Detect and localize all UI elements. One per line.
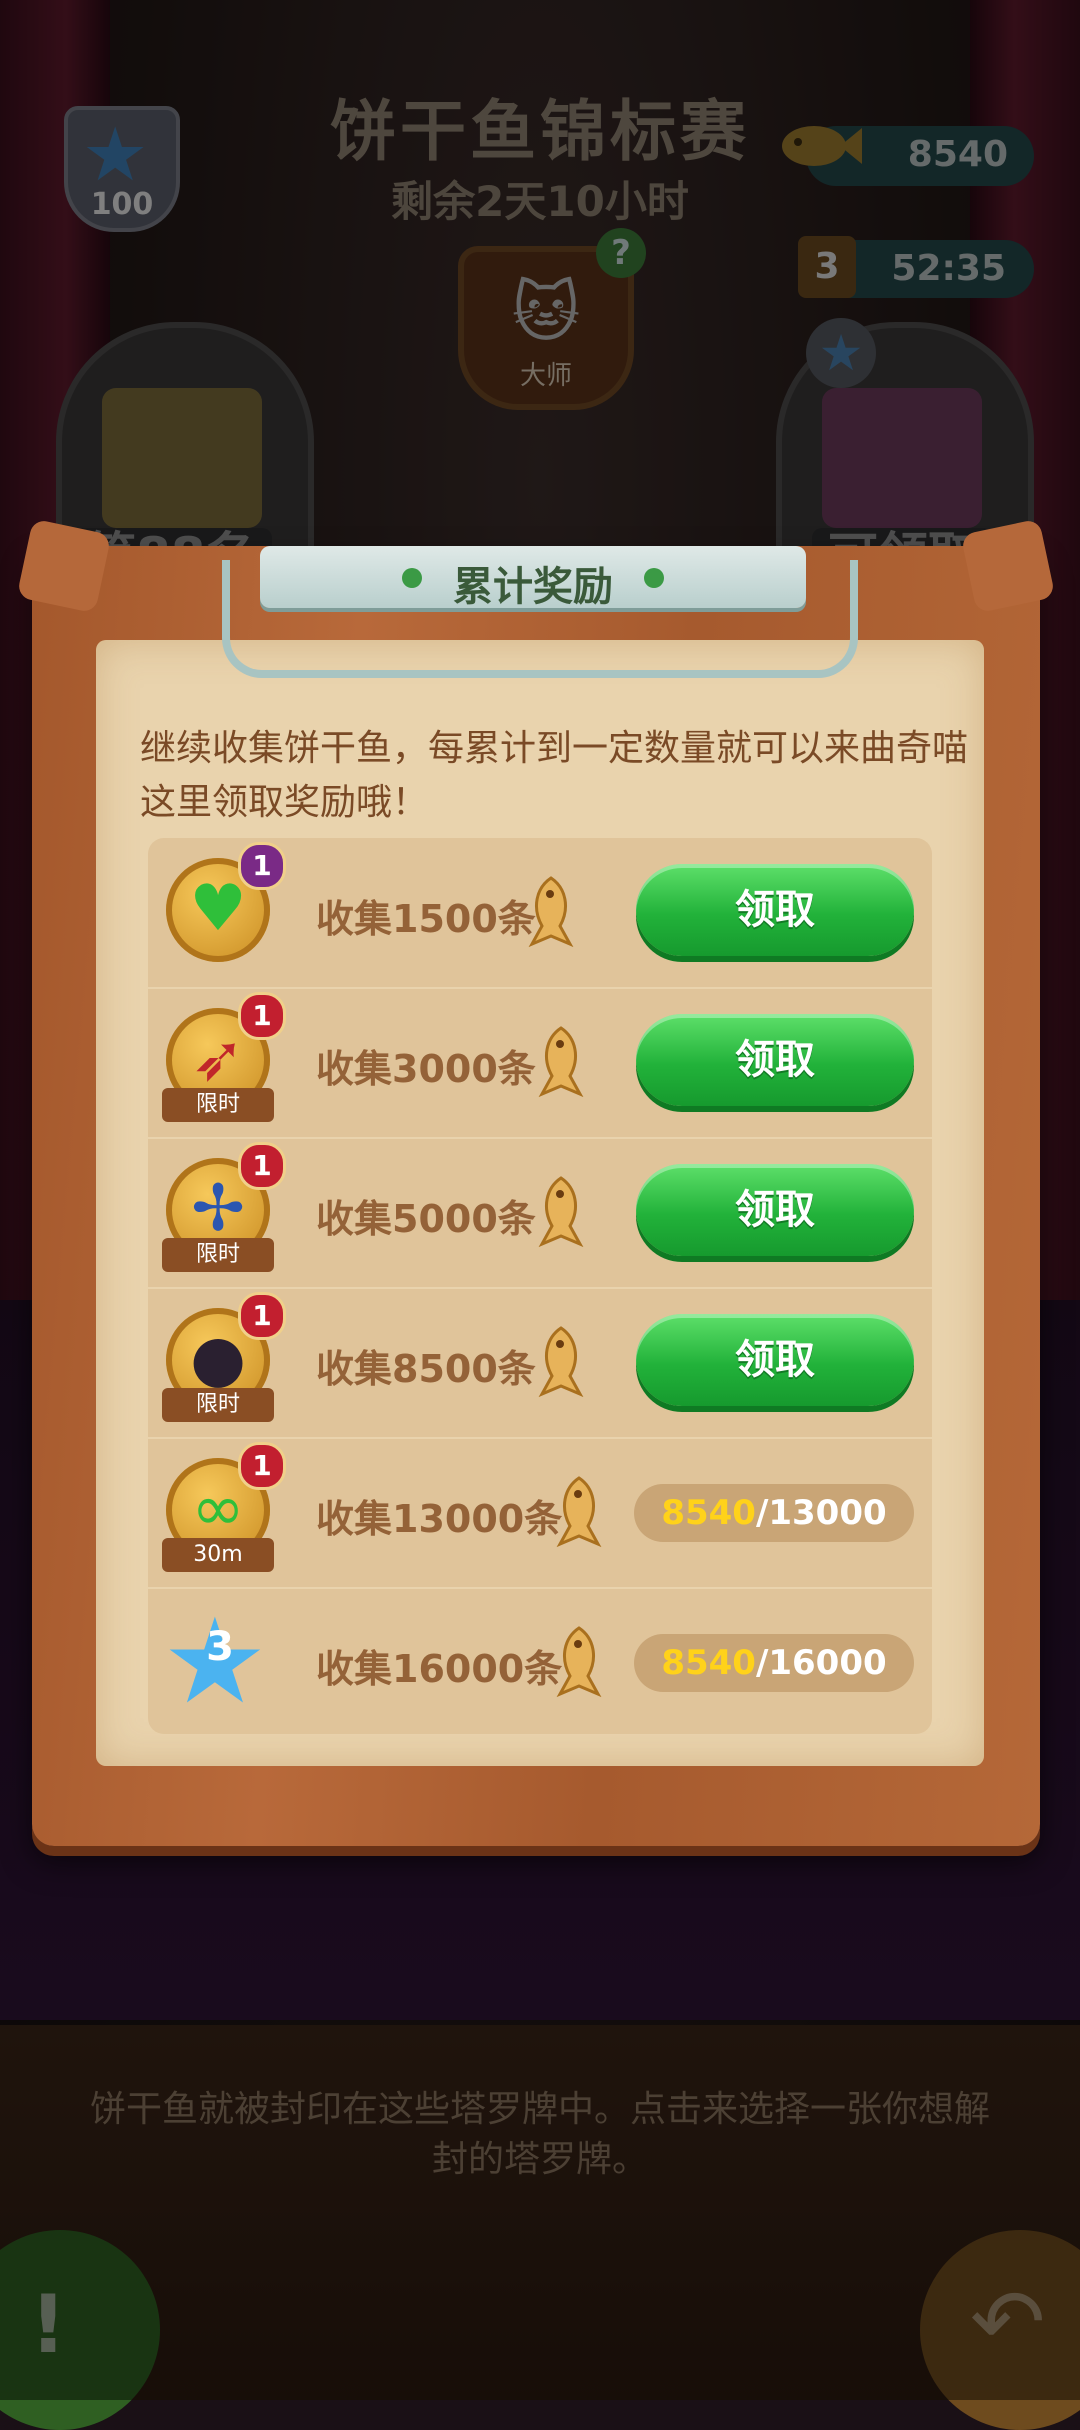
reward-row: ∞ 1 30m 收集13000条 8540/13000 <box>148 1438 932 1589</box>
progress-current: 8540 <box>661 1643 756 1683</box>
count-badge: 1 <box>238 1442 286 1490</box>
duration-tag: 30m <box>162 1538 274 1572</box>
reward-row: ● 1 限时 收集8500条 领取 <box>148 1288 932 1439</box>
progress-total: /16000 <box>755 1643 887 1683</box>
reward-label: 收集16000条 <box>316 1647 563 1691</box>
progress-pill: 8540/16000 <box>634 1634 914 1692</box>
limited-tag: 限时 <box>162 1388 274 1422</box>
dot-icon <box>644 568 664 588</box>
claim-button[interactable]: 领取 <box>636 864 914 956</box>
count-badge: 1 <box>238 1142 286 1190</box>
claim-button[interactable]: 领取 <box>636 1164 914 1256</box>
modal-title-banner: 累计奖励 <box>260 546 806 610</box>
reward-row: ➶ 1 限时 收集3000条 领取 <box>148 988 932 1139</box>
modal-description: 继续收集饼干鱼，每累计到一定数量就可以来曲奇喵这里领取奖励哦！ <box>140 728 969 823</box>
count-badge: 1 <box>238 1292 286 1340</box>
reward-label: 收集1500条 <box>316 897 536 941</box>
claim-button[interactable]: 领取 <box>636 1014 914 1106</box>
reward-label: 收集5000条 <box>316 1197 536 1241</box>
fish-cookie-icon <box>538 1026 584 1098</box>
count-badge: 1 <box>238 992 286 1040</box>
reward-row: ♥ 1 收集1500条 领取 <box>148 838 932 989</box>
progress-total: /13000 <box>755 1493 887 1533</box>
progress-current: 8540 <box>661 1493 756 1533</box>
limited-tag: 限时 <box>162 1238 274 1272</box>
fish-cookie-icon <box>556 1626 602 1698</box>
progress-pill: 8540/13000 <box>634 1484 914 1542</box>
count-badge: 1 <box>238 842 286 890</box>
claim-button[interactable]: 领取 <box>636 1314 914 1406</box>
fish-cookie-icon <box>556 1476 602 1548</box>
reward-list: ♥ 1 收集1500条 领取 ➶ 1 限时 收集3000条 领取 ✢ 1 限时 … <box>148 838 932 1734</box>
reward-row: ★ 3 收集16000条 8540/16000 <box>148 1588 932 1734</box>
modal-title: 累计奖励 <box>453 564 613 610</box>
reward-label: 收集3000条 <box>316 1047 536 1091</box>
star-value: 3 <box>206 1624 234 1670</box>
reward-row: ✢ 1 限时 收集5000条 领取 <box>148 1138 932 1289</box>
fish-cookie-icon <box>538 1326 584 1398</box>
limited-tag: 限时 <box>162 1088 274 1122</box>
fish-cookie-icon <box>538 1176 584 1248</box>
fish-cookie-icon <box>528 876 574 948</box>
reward-label: 收集13000条 <box>316 1497 563 1541</box>
reward-label: 收集8500条 <box>316 1347 536 1391</box>
